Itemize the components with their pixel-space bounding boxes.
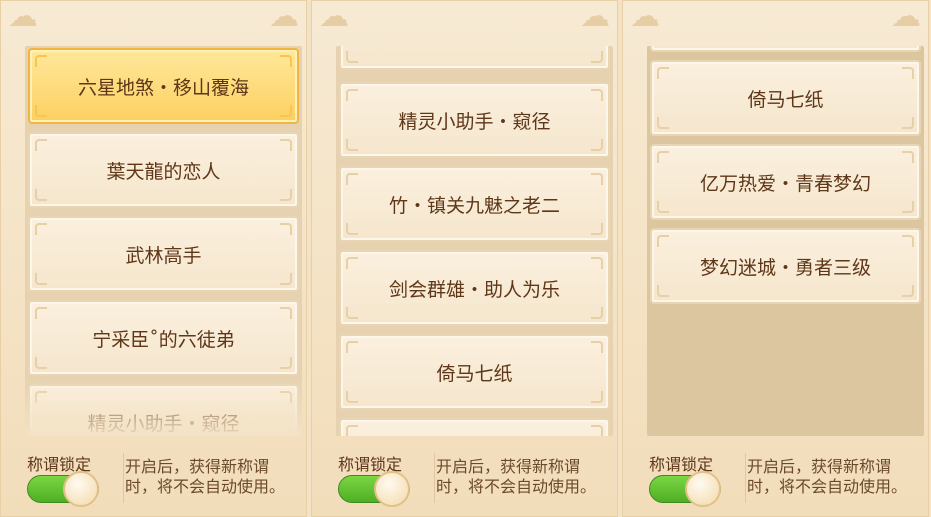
title-item-selected[interactable]: 六星地煞・移山覆海: [28, 48, 299, 124]
divider: [123, 453, 124, 503]
title-item-label: 剑会群雄・助人为乐: [388, 278, 560, 301]
title-list[interactable]: 倚马七纸 亿万热爱・青春梦幻 梦幻迷城・勇者三级: [647, 46, 924, 436]
title-item-label: 精灵小助手・窥径: [398, 110, 551, 133]
title-item[interactable]: 倚马七纸: [339, 334, 610, 410]
desc-line: 时，将不会自动使用。: [436, 477, 597, 496]
title-item[interactable]: 武林高手: [28, 216, 299, 292]
title-item[interactable]: 葉天龍的恋人: [28, 132, 299, 208]
title-item-label: 宁采臣˚的六徒弟: [92, 328, 235, 351]
title-item-label: 倚马七纸: [436, 362, 513, 385]
divider: [745, 453, 746, 503]
title-item-label: 竹・镇关九魅之老二: [388, 194, 560, 217]
title-lock-footer: 称谓锁定 开启后，获得新称谓 时，将不会自动使用。: [25, 447, 305, 507]
title-item[interactable]: [339, 418, 610, 436]
cloud-ornament-icon: ☁: [269, 0, 299, 34]
title-item-label: 六星地煞・移山覆海: [77, 76, 249, 99]
cloud-ornament-icon: ☁: [8, 0, 38, 34]
title-item[interactable]: 竹・镇关九魅之老二: [339, 166, 610, 242]
title-item-label: 精灵小助手・窥径: [87, 412, 240, 435]
title-lock-footer: 称谓锁定 开启后，获得新称谓 时，将不会自动使用。: [647, 447, 927, 507]
title-item[interactable]: 精灵小助手・窥径: [339, 82, 610, 158]
title-list[interactable]: 精灵小助手・窥径 竹・镇关九魅之老二 剑会群雄・助人为乐 倚马七纸: [336, 46, 613, 436]
title-item-label: 葉天龍的恋人: [106, 160, 221, 183]
divider: [434, 453, 435, 503]
toggle-knob[interactable]: [374, 471, 410, 507]
title-lock-description: 开启后，获得新称谓 时，将不会自动使用。: [436, 457, 618, 497]
desc-line: 开启后，获得新称谓: [125, 457, 270, 476]
title-item-label: 梦幻迷城・勇者三级: [699, 256, 871, 279]
cloud-ornament-icon: ☁: [580, 0, 610, 34]
title-lock-footer: 称谓锁定 开启后，获得新称谓 时，将不会自动使用。: [336, 447, 616, 507]
title-item[interactable]: 梦幻迷城・勇者三级: [650, 228, 921, 304]
desc-line: 时，将不会自动使用。: [125, 477, 286, 496]
toggle-knob[interactable]: [685, 471, 721, 507]
title-lock-description: 开启后，获得新称谓 时，将不会自动使用。: [747, 457, 929, 497]
title-item-label: 武林高手: [125, 244, 202, 267]
title-panel-1: ☁ ☁ 六星地煞・移山覆海 葉天龍的恋人 武林高手 宁采臣˚的六徒弟 精灵小助手…: [0, 0, 307, 517]
title-item[interactable]: 亿万热爱・青春梦幻: [650, 144, 921, 220]
desc-line: 开启后，获得新称谓: [747, 457, 892, 476]
title-panel-2: ☁ ☁ 精灵小助手・窥径 竹・镇关九魅之老二 剑会群雄・助人为乐 倚马七纸 称谓…: [311, 0, 618, 517]
title-item-label: 亿万热爱・青春梦幻: [699, 172, 871, 195]
desc-line: 开启后，获得新称谓: [436, 457, 581, 476]
cloud-ornament-icon: ☁: [630, 0, 660, 34]
title-item[interactable]: 倚马七纸: [650, 60, 921, 136]
title-item[interactable]: [650, 46, 921, 52]
title-lock-description: 开启后，获得新称谓 时，将不会自动使用。: [125, 457, 307, 497]
title-list[interactable]: 六星地煞・移山覆海 葉天龍的恋人 武林高手 宁采臣˚的六徒弟 精灵小助手・窥径: [25, 46, 302, 436]
cloud-ornament-icon: ☁: [319, 0, 349, 34]
title-panel-3: ☁ ☁ 倚马七纸 亿万热爱・青春梦幻 梦幻迷城・勇者三级 称谓锁定 开启后，获得…: [622, 0, 929, 517]
title-item[interactable]: 剑会群雄・助人为乐: [339, 250, 610, 326]
toggle-knob[interactable]: [63, 471, 99, 507]
title-item[interactable]: [339, 46, 610, 70]
title-item[interactable]: 宁采臣˚的六徒弟: [28, 300, 299, 376]
title-item[interactable]: 精灵小助手・窥径: [28, 384, 299, 436]
cloud-ornament-icon: ☁: [891, 0, 921, 34]
desc-line: 时，将不会自动使用。: [747, 477, 908, 496]
title-item-label: 倚马七纸: [747, 88, 824, 111]
